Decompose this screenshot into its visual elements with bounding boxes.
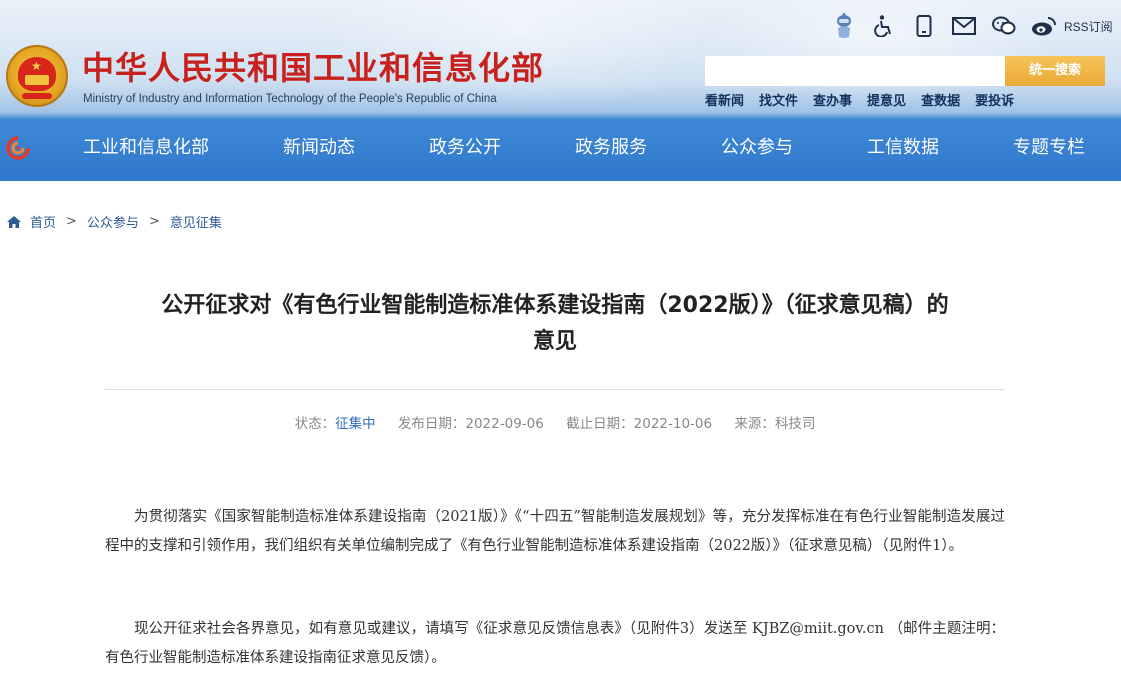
quick-link-complaint[interactable]: 要投诉 bbox=[975, 94, 1014, 110]
deadline-date: 2022-10-06 bbox=[633, 416, 713, 432]
article-title: 公开征求对《有色行业智能制造标准体系建设指南（2022版）》（征求意见稿）的 意… bbox=[105, 288, 1005, 360]
title-divider bbox=[105, 389, 1005, 390]
article-title-line2: 意见 bbox=[532, 329, 577, 354]
accessibility-icon[interactable] bbox=[870, 12, 898, 40]
publish-date: 2022-09-06 bbox=[465, 416, 544, 432]
quick-link-data[interactable]: 查数据 bbox=[921, 94, 960, 110]
article-title-line1: 公开征求对《有色行业智能制造标准体系建设指南（2022版）》（征求意见稿）的 bbox=[161, 293, 949, 318]
nav-item-public-participation[interactable]: 公众参与 bbox=[721, 136, 793, 160]
source-label: 来源： bbox=[734, 416, 775, 432]
site-header: ★ 中华人民共和国工业和信息化部 Ministry of Industry an… bbox=[0, 0, 1121, 181]
breadcrumb-current[interactable]: 意见征集 bbox=[170, 212, 222, 231]
nav-item-news[interactable]: 新闻动态 bbox=[283, 136, 355, 160]
rss-link[interactable]: RSS订阅 bbox=[1064, 18, 1113, 35]
breadcrumb-separator: > bbox=[148, 214, 160, 229]
nav-item-gov-services[interactable]: 政务服务 bbox=[575, 136, 647, 160]
national-emblem-icon: ★ bbox=[6, 45, 68, 107]
robot-icon[interactable] bbox=[830, 12, 858, 40]
search-input[interactable] bbox=[705, 56, 1005, 86]
status-label: 状态： bbox=[294, 416, 336, 432]
nav-logo-icon bbox=[5, 135, 31, 161]
search-button[interactable]: 统一搜索 bbox=[1005, 56, 1105, 86]
wechat-icon[interactable] bbox=[990, 12, 1018, 40]
quick-link-feedback[interactable]: 提意见 bbox=[867, 94, 906, 110]
quick-link-files[interactable]: 找文件 bbox=[759, 94, 798, 110]
nav-item-ministry[interactable]: 工业和信息化部 bbox=[83, 136, 209, 160]
mail-icon[interactable] bbox=[950, 12, 978, 40]
breadcrumb-separator: > bbox=[66, 214, 77, 229]
publish-date-label: 发布日期： bbox=[397, 416, 466, 432]
breadcrumb-home[interactable]: 首页 bbox=[30, 212, 56, 231]
deadline-label: 截止日期： bbox=[566, 416, 634, 432]
article-paragraph: 现公开征求社会各界意见，如有意见或建议，请填写《征求意见反馈信息表》（见附件3）… bbox=[105, 621, 1005, 666]
main-nav: 工业和信息化部 新闻动态 政务公开 政务服务 公众参与 工信数据 专题专栏 bbox=[0, 118, 1121, 178]
breadcrumb: 首页 > 公众参与 > 意见征集 bbox=[6, 212, 222, 231]
quick-link-news[interactable]: 看新闻 bbox=[705, 94, 744, 110]
nav-item-special-topics[interactable]: 专题专栏 bbox=[1013, 136, 1085, 160]
site-subtitle: Ministry of Industry and Information Tec… bbox=[83, 93, 497, 105]
quick-links: 看新闻 找文件 查办事 提意见 查数据 要投诉 bbox=[705, 94, 1029, 110]
status-badge: 征集中 bbox=[335, 416, 376, 432]
home-icon[interactable] bbox=[6, 214, 22, 230]
site-title[interactable]: 中华人民共和国工业和信息化部 bbox=[82, 50, 544, 86]
nav-item-gov-affairs[interactable]: 政务公开 bbox=[429, 136, 501, 160]
top-toolbar: RSS订阅 bbox=[830, 12, 1113, 40]
quick-link-services[interactable]: 查办事 bbox=[813, 94, 852, 110]
weibo-icon[interactable] bbox=[1030, 12, 1058, 40]
article-meta: 状态：征集中 发布日期：2022-09-06 截止日期：2022-10-06 来… bbox=[105, 414, 1005, 434]
article-paragraph: 为贯彻落实《国家智能制造标准体系建设指南（2021版）》《“十四五”智能制造发展… bbox=[105, 509, 1005, 554]
breadcrumb-public-participation[interactable]: 公众参与 bbox=[87, 212, 139, 231]
nav-item-data[interactable]: 工信数据 bbox=[867, 136, 939, 160]
mobile-icon[interactable] bbox=[910, 12, 938, 40]
source-value: 科技司 bbox=[774, 416, 816, 432]
